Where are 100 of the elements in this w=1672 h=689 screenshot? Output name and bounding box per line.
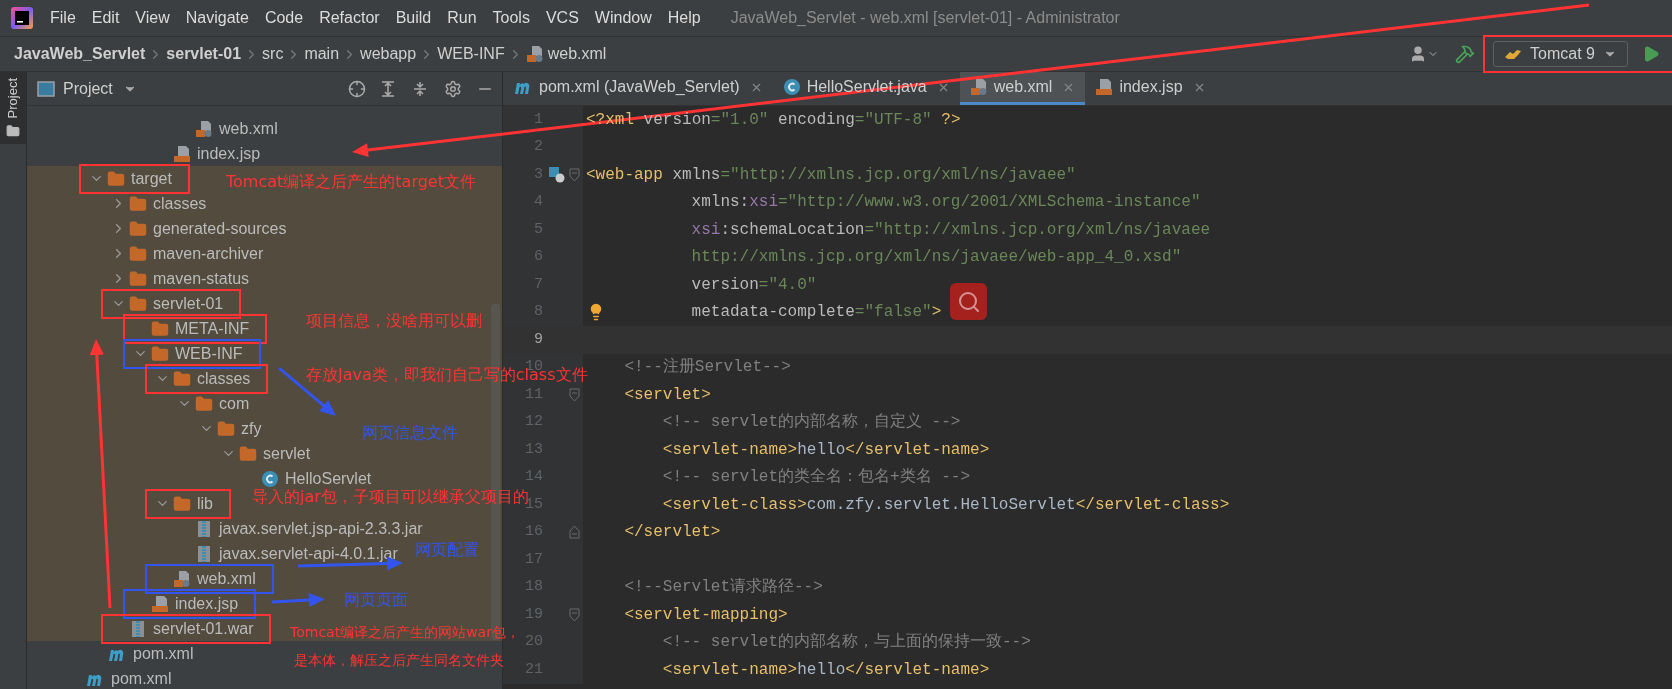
tree-item[interactable]: zfy [217,416,262,441]
menu-item[interactable]: Tools [486,6,536,30]
tree-item[interactable]: META-INF [151,316,250,341]
folder-icon [6,124,20,139]
folder-icon [129,244,147,263]
tree-item[interactable]: web.xml [195,116,278,141]
tree-item[interactable]: javax.servlet.jsp-api-2.3.3.jar [195,516,423,541]
breadcrumb-item[interactable]: src [262,42,284,66]
menu-item[interactable]: Code [258,6,310,30]
folder-icon [129,219,147,238]
jsp-file-icon [1095,78,1114,96]
tree-item[interactable]: index.jsp [173,141,261,166]
tree-item[interactable]: com [195,391,250,416]
jsp-file-icon [173,144,191,163]
archive-icon [195,519,213,538]
fold-icon[interactable] [569,167,580,182]
breadcrumb-item[interactable]: webapp [360,42,417,66]
menu-item[interactable]: Help [661,6,707,30]
code-line: xmlns:xsi="http://www.w3.org/2001/XMLSchema-instance" [691,192,1201,214]
annotation-text: 网页信息文件 [362,423,458,443]
side-tab[interactable]: Project [0,72,26,145]
tree-item[interactable]: web.xml [173,566,256,591]
collapse-all-icon[interactable] [412,80,428,97]
code-line: xsi:schemaLocation="http://xmlns.jcp.org/xml/ns/javaee [691,219,1211,241]
archive-icon [195,544,213,563]
breadcrumb-item[interactable]: WEB-INF [437,42,505,66]
annotation-text: Tomcat编译之后产生的target文件 [226,172,476,192]
jsp-file-icon [151,594,169,613]
tree-item[interactable]: classes [173,366,251,391]
folder-icon [151,319,169,338]
panel-title[interactable]: Project [63,76,113,101]
editor-tab[interactable]: pom.xml (JavaWeb_Servlet) [503,72,773,105]
annotation-text: 网页页面 [344,590,408,610]
tree-item[interactable]: pom.xml [85,666,172,689]
tree-item[interactable]: servlet [239,441,311,466]
tree-item[interactable]: pom.xml [107,641,194,666]
folder-icon [195,394,213,413]
class-icon [782,78,801,96]
menu-item[interactable]: View [129,6,176,30]
folder-icon [107,169,125,188]
code-line: <!-- servlet的内部名称，与上面的保持一致--> [662,631,1031,654]
tree-item[interactable]: servlet-01.war [129,616,254,641]
breadcrumb-item[interactable]: main [304,42,340,66]
xml-file-icon [195,119,213,138]
menu-item[interactable]: Navigate [179,6,255,30]
crosshair-icon[interactable] [348,79,366,98]
fold-icon[interactable] [569,525,580,540]
tree-item[interactable]: maven-status [129,266,250,291]
code-line: <web-app xmlns="http://xmlns.jcp.org/xml/ns/javaee" [586,164,1076,186]
annotation-text: 网页配置 [415,540,479,560]
settings-icon[interactable] [444,79,462,98]
folder-icon [173,494,191,513]
side-tab-label: Project [4,78,22,119]
tree-item[interactable]: classes [129,191,207,216]
code-line: <!-- servlet的类全名：包名+类名 --> [662,467,971,489]
menu-item[interactable]: Build [389,6,438,30]
menu-item[interactable]: Window [588,6,658,30]
annotation-arrow [271,592,325,607]
window-title: JavaWeb_Servlet - web.xml [servlet-01] - Administrator [730,8,1120,28]
line-number: 9 [534,329,543,350]
code-line: http://xmlns.jcp.org/xml/ns/javaee/web-app_4_0.xsd" [691,247,1182,269]
archive-icon [129,619,147,638]
editor-tab[interactable]: web.xml [959,72,1086,105]
fold-icon[interactable] [569,387,580,402]
menu-item[interactable]: Refactor [313,6,386,30]
code-line: <servlet-mapping> [624,604,788,626]
tree-item[interactable]: generated-sources [129,216,287,241]
expand-all-icon[interactable] [380,80,396,97]
menu-item[interactable]: Run [441,6,483,30]
menu-item[interactable]: File [44,6,82,30]
code-line: <servlet-name>hello</servlet-name> [662,659,990,681]
tree-item[interactable]: lib [173,491,213,516]
class-icon [261,469,279,488]
menu-item[interactable]: VCS [539,6,585,30]
folder-icon [129,194,147,213]
annotation-text: 项目信息，没啥用可以删 [306,311,482,331]
code-line: <!--Servlet请求路径--> [624,577,823,599]
hammer-icon[interactable] [1455,44,1476,64]
tree-item[interactable]: javax.servlet-api-4.0.1.jar [195,541,398,566]
tree-item[interactable]: maven-archiver [129,241,264,266]
tree-item[interactable]: index.jsp [151,591,239,616]
run-config-dropdown[interactable]: Tomcat 9 [1493,41,1628,67]
tree-item[interactable]: servlet-01 [129,291,224,316]
run-icon[interactable] [1642,45,1660,63]
tree-item[interactable]: target [107,166,172,191]
code-line: <!--注册Servlet--> [624,356,791,379]
annotation-text: Tomcat编译之后产生的网站war包， [290,623,520,642]
code-line: </servlet> [624,522,721,544]
search-icon[interactable] [950,283,987,320]
breadcrumb-item[interactable]: JavaWeb_Servlet [14,42,146,66]
editor-tab[interactable]: index.jsp [1085,72,1216,105]
code-line: version="4.0" [691,274,817,296]
breadcrumb-item[interactable]: servlet-01 [166,42,242,66]
menu-item[interactable]: Edit [85,6,126,30]
folder-icon [173,369,191,388]
folder-icon [239,444,257,463]
breadcrumb-item[interactable]: web.xml [525,42,607,66]
tree-item[interactable]: WEB-INF [151,341,243,366]
xml-file-icon [173,569,191,588]
fold-icon[interactable] [569,607,580,622]
